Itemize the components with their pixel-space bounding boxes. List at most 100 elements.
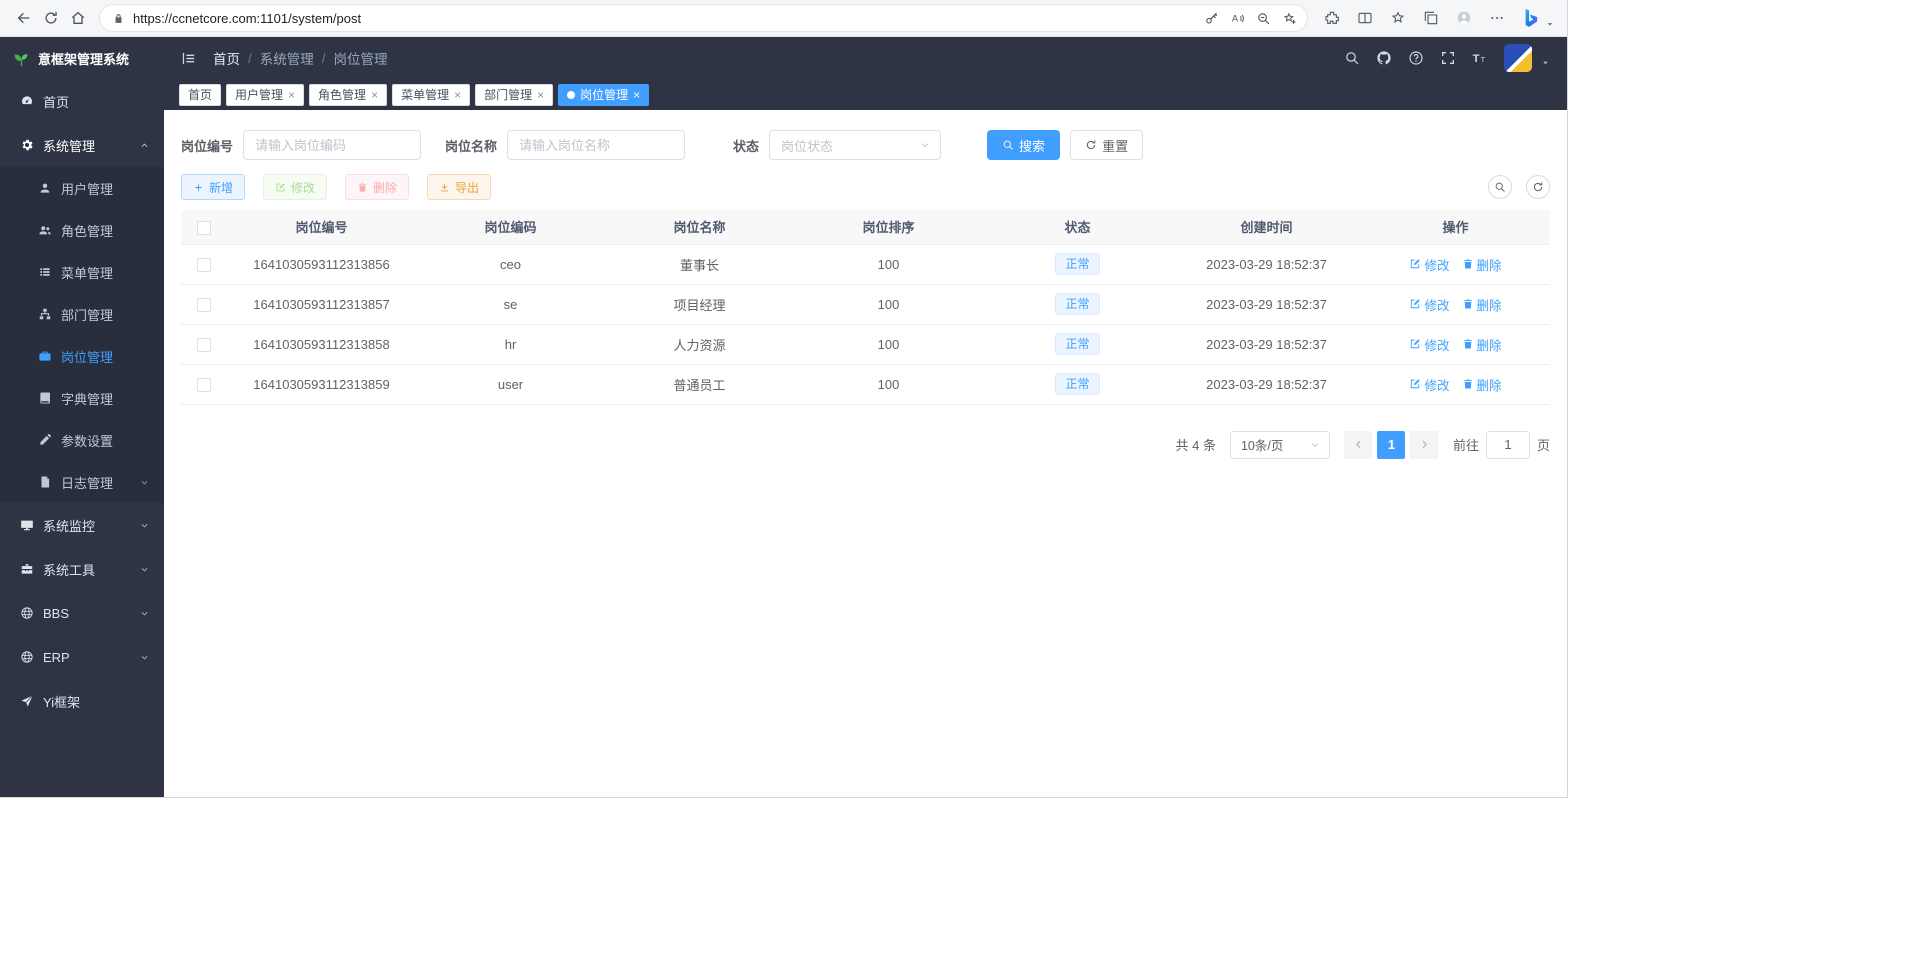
copilot-button[interactable] — [1516, 5, 1543, 32]
add-button[interactable]: 新增 — [181, 174, 245, 200]
tab-menu-mgmt[interactable]: 菜单管理× — [392, 84, 470, 106]
row-edit-button[interactable]: 修改 — [1409, 295, 1449, 314]
post-name-input[interactable] — [507, 130, 685, 160]
cell-post-code: user — [416, 364, 605, 404]
page-size-select[interactable]: 10条/页 — [1230, 431, 1330, 459]
breadcrumb-item[interactable]: 首页 — [213, 48, 240, 68]
refresh-button[interactable] — [37, 5, 64, 32]
status-badge: 正常 — [1055, 333, 1099, 355]
cell-post-id: 1641030593112313859 — [227, 364, 416, 404]
sidebar-item-menu-mgmt[interactable]: 菜单管理 — [0, 251, 164, 293]
help-icon[interactable] — [1408, 50, 1424, 66]
row-delete-button[interactable]: 删除 — [1462, 375, 1502, 394]
goto-page-input[interactable] — [1486, 431, 1530, 459]
row-delete-button[interactable]: 删除 — [1462, 295, 1502, 314]
delete-button[interactable]: 删除 — [345, 174, 409, 200]
back-button[interactable] — [10, 5, 37, 32]
breadcrumb-item: 系统管理 — [260, 48, 314, 68]
sidebar-item-user-mgmt[interactable]: 用户管理 — [0, 167, 164, 209]
cell-post-code: se — [416, 284, 605, 324]
sidebar-item-yi-framework[interactable]: Yi框架 — [0, 679, 164, 723]
extensions-button[interactable] — [1318, 5, 1345, 32]
reset-button[interactable]: 重置 — [1070, 130, 1143, 160]
tab-post-mgmt[interactable]: 岗位管理× — [558, 84, 649, 106]
row-edit-button[interactable]: 修改 — [1409, 375, 1449, 394]
row-checkbox[interactable] — [197, 298, 211, 312]
table-row: 1641030593112313858hr人力资源100正常2023-03-29… — [181, 324, 1550, 364]
close-icon[interactable]: × — [633, 89, 640, 101]
post-code-input[interactable] — [243, 130, 421, 160]
tab-role-mgmt[interactable]: 角色管理× — [309, 84, 387, 106]
split-screen-button[interactable] — [1351, 5, 1378, 32]
sidebar-item-home[interactable]: 首页 — [0, 79, 164, 123]
home-button[interactable] — [64, 5, 91, 32]
sidebar-item-param-settings[interactable]: 参数设置 — [0, 419, 164, 461]
post-code-label: 岗位编号 — [181, 136, 233, 155]
row-delete-button[interactable]: 删除 — [1462, 335, 1502, 354]
next-page-button[interactable] — [1410, 431, 1438, 459]
gear-icon — [20, 138, 34, 152]
close-icon[interactable]: × — [288, 89, 295, 101]
total-count: 共 4 条 — [1176, 435, 1216, 454]
sidebar-item-system-mgmt[interactable]: 系统管理 — [0, 123, 164, 167]
table-toolbar: 新增 修改 删除 导出 — [164, 172, 1567, 210]
app-logo[interactable]: 意框架管理系统 — [0, 37, 164, 79]
sidebar-item-dept-mgmt[interactable]: 部门管理 — [0, 293, 164, 335]
row-edit-button[interactable]: 修改 — [1409, 335, 1449, 354]
sidebar-item-system-tools[interactable]: 系统工具 — [0, 547, 164, 591]
toggle-search-button[interactable] — [1488, 175, 1512, 199]
send-icon — [20, 694, 34, 708]
cell-post-id: 1641030593112313857 — [227, 284, 416, 324]
sidebar-item-post-mgmt[interactable]: 岗位管理 — [0, 335, 164, 377]
tab-dept-mgmt[interactable]: 部门管理× — [475, 84, 553, 106]
row-checkbox[interactable] — [197, 258, 211, 272]
browser-menu-button[interactable] — [1483, 5, 1510, 32]
toolbox-icon — [20, 562, 34, 576]
export-button[interactable]: 导出 — [427, 174, 491, 200]
search-icon[interactable] — [1344, 50, 1360, 66]
sidebar-item-role-mgmt[interactable]: 角色管理 — [0, 209, 164, 251]
sidebar-fold-button[interactable] — [180, 50, 197, 67]
cell-post-sort: 100 — [794, 284, 983, 324]
sidebar-item-system-monitor[interactable]: 系统监控 — [0, 503, 164, 547]
address-bar[interactable]: https://ccnetcore.com:1101/system/post A — [99, 4, 1308, 32]
sidebar-item-bbs[interactable]: BBS — [0, 591, 164, 635]
cell-post-code: ceo — [416, 244, 605, 284]
sidebar-item-log-mgmt[interactable]: 日志管理 — [0, 461, 164, 503]
close-icon[interactable]: × — [371, 89, 378, 101]
cell-post-name: 项目经理 — [605, 284, 794, 324]
font-size-icon[interactable]: TT — [1472, 50, 1488, 66]
cell-post-sort: 100 — [794, 324, 983, 364]
column-header: 状态 — [983, 210, 1172, 244]
status-select[interactable]: 岗位状态 — [769, 130, 941, 160]
tab-home[interactable]: 首页 — [179, 84, 221, 106]
page-1-button[interactable]: 1 — [1377, 431, 1405, 459]
password-key-button[interactable] — [1199, 6, 1223, 30]
add-favorite-button[interactable] — [1277, 6, 1301, 30]
row-checkbox[interactable] — [197, 378, 211, 392]
refresh-table-button[interactable] — [1526, 175, 1550, 199]
close-icon[interactable]: × — [537, 89, 544, 101]
tab-user-mgmt[interactable]: 用户管理× — [226, 84, 304, 106]
fullscreen-icon[interactable] — [1440, 50, 1456, 66]
select-all-checkbox[interactable] — [197, 221, 211, 235]
zoom-button[interactable] — [1251, 6, 1275, 30]
prev-page-button[interactable] — [1344, 431, 1372, 459]
github-icon[interactable] — [1376, 50, 1392, 66]
row-delete-button[interactable]: 删除 — [1462, 255, 1502, 274]
user-avatar[interactable] — [1504, 44, 1532, 72]
read-aloud-button[interactable]: A — [1225, 6, 1249, 30]
profile-button[interactable] — [1450, 5, 1477, 32]
collections-button[interactable] — [1417, 5, 1444, 32]
row-edit-button[interactable]: 修改 — [1409, 255, 1449, 274]
trash-icon — [1462, 258, 1474, 270]
close-icon[interactable]: × — [454, 89, 461, 101]
edit-button[interactable]: 修改 — [263, 174, 327, 200]
sidebar-item-erp[interactable]: ERP — [0, 635, 164, 679]
tree-icon — [38, 307, 52, 321]
row-checkbox[interactable] — [197, 338, 211, 352]
search-button[interactable]: 搜索 — [987, 130, 1060, 160]
sidebar-item-dict-mgmt[interactable]: 字典管理 — [0, 377, 164, 419]
plus-icon — [193, 182, 204, 193]
favorites-button[interactable] — [1384, 5, 1411, 32]
